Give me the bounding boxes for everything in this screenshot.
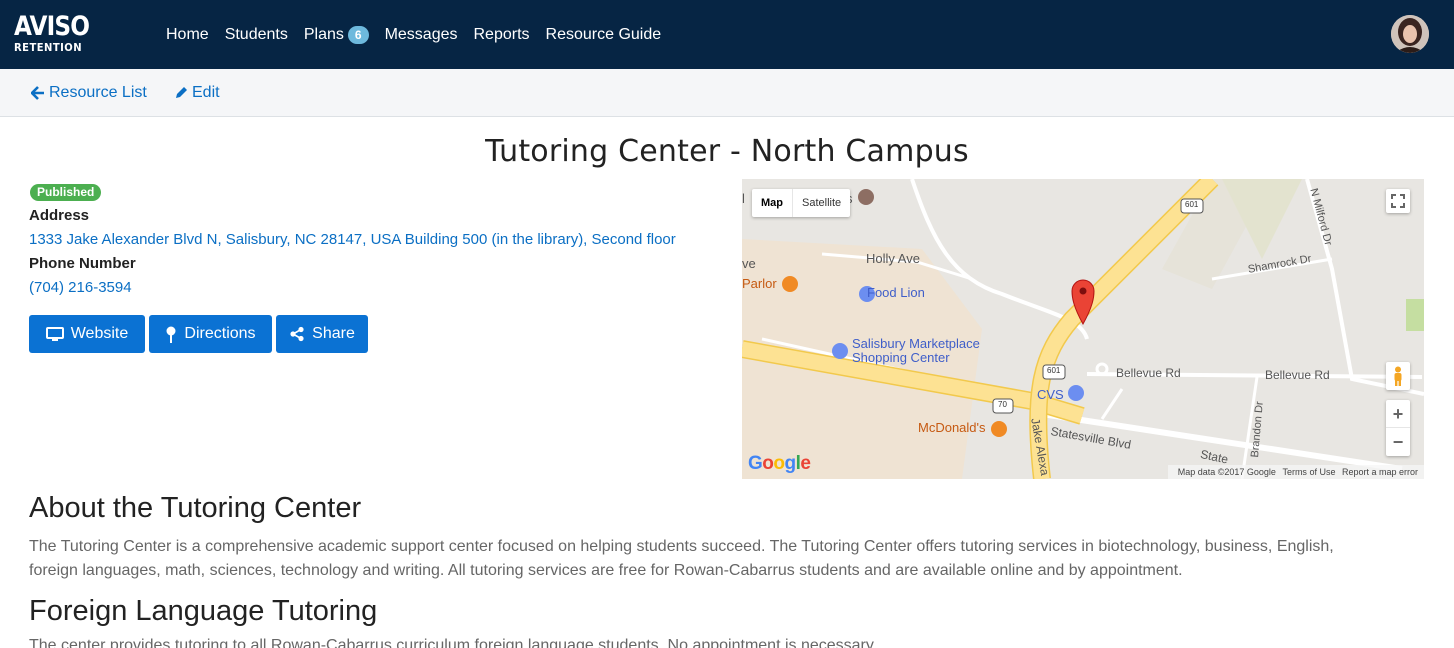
arrow-left-icon bbox=[31, 86, 44, 100]
location-map[interactable]: l s ve Holly Ave Food Lion Parlor Salisb… bbox=[742, 179, 1424, 479]
website-button-label: Website bbox=[70, 325, 129, 342]
pencil-icon bbox=[176, 87, 187, 98]
nav-students-label: Students bbox=[224, 25, 288, 43]
map-type-map[interactable]: Map bbox=[752, 189, 792, 217]
nav-reports-label: Reports bbox=[473, 25, 530, 43]
share-button[interactable]: Share bbox=[276, 315, 368, 353]
nav-students[interactable]: Students bbox=[225, 26, 288, 44]
nav-messages[interactable]: Messages bbox=[385, 26, 458, 44]
website-button[interactable]: Website bbox=[29, 315, 145, 353]
top-navbar: AVISO RETENTION Home Students Plans 6 Mes… bbox=[0, 0, 1454, 69]
edit-label: Edit bbox=[192, 84, 220, 101]
edit-link[interactable]: Edit bbox=[174, 69, 220, 117]
nav-resource-guide[interactable]: Resource Guide bbox=[546, 26, 662, 44]
directions-button[interactable]: Directions bbox=[149, 315, 272, 353]
share-icon bbox=[290, 326, 304, 342]
resource-list-label: Resource List bbox=[49, 84, 147, 101]
foreign-heading: Foreign Language Tutoring bbox=[29, 595, 378, 627]
resource-list-link[interactable]: Resource List bbox=[31, 69, 147, 117]
nav-home-label: Home bbox=[166, 25, 209, 43]
map-label-holly: Holly Ave bbox=[866, 251, 920, 266]
status-badge: Published bbox=[30, 184, 102, 201]
aviso-logo[interactable]: AVISO RETENTION bbox=[14, 11, 90, 58]
zoom-in-button[interactable]: + bbox=[1386, 400, 1410, 428]
directions-button-label: Directions bbox=[184, 325, 256, 342]
route-601-shield-b: 601 bbox=[1047, 366, 1061, 375]
google-logo[interactable]: Google bbox=[748, 453, 811, 475]
phone-link[interactable]: (704) 216-3594 bbox=[29, 279, 132, 296]
main-nav: Home Students Plans 6 Messages Reports Re… bbox=[166, 0, 677, 69]
route-70-shield: 70 bbox=[998, 400, 1007, 409]
page-toolbar: Resource List Edit bbox=[0, 69, 1454, 117]
plans-count-badge: 6 bbox=[347, 25, 369, 44]
pegman-icon bbox=[1394, 366, 1402, 386]
fullscreen-button[interactable] bbox=[1386, 189, 1410, 213]
nav-plans[interactable]: Plans 6 bbox=[303, 25, 369, 44]
map-label-partial-l: l bbox=[742, 191, 745, 206]
map-label-bellevue-1: Bellevue Rd bbox=[1116, 366, 1181, 380]
about-text: The Tutoring Center is a comprehensive a… bbox=[29, 538, 1334, 579]
nav-messages-label: Messages bbox=[384, 25, 458, 43]
nav-home[interactable]: Home bbox=[166, 26, 209, 44]
map-attribution-bar: Map data ©2017 Google Terms of Use Repor… bbox=[1167, 465, 1424, 479]
map-label-cvs: CVS bbox=[1037, 387, 1064, 402]
street-view-pegman[interactable] bbox=[1386, 362, 1410, 390]
map-type-control: Map Satellite bbox=[752, 189, 851, 217]
nav-plans-label: Plans bbox=[303, 25, 344, 43]
address-label: Address bbox=[29, 207, 90, 224]
user-avatar[interactable] bbox=[1391, 15, 1429, 53]
avatar-photo bbox=[1391, 15, 1429, 53]
zoom-control: + − bbox=[1386, 400, 1410, 456]
map-label-marketplace-2: Shopping Center bbox=[852, 350, 950, 365]
page-title: Tutoring Center - North Campus bbox=[485, 134, 969, 169]
map-label-marketplace-1: Salisbury Marketplace bbox=[852, 336, 980, 351]
monitor-icon bbox=[45, 326, 64, 341]
map-type-satellite[interactable]: Satellite bbox=[792, 189, 850, 217]
map-label-bellevue-2: Bellevue Rd bbox=[1265, 368, 1330, 382]
address-link[interactable]: 1333 Jake Alexander Blvd N, Salisbury, N… bbox=[29, 231, 676, 248]
share-button-label: Share bbox=[312, 325, 355, 342]
map-report-link[interactable]: Report a map error bbox=[1342, 467, 1418, 477]
map-label-mcdonalds: McDonald's bbox=[918, 420, 986, 435]
map-label-parlor: Parlor bbox=[742, 276, 777, 291]
map-terms-link[interactable]: Terms of Use bbox=[1282, 467, 1335, 477]
logo-tagline: RETENTION bbox=[14, 42, 83, 54]
foreign-text: The center provides tutoring to all Rowa… bbox=[29, 637, 878, 648]
fullscreen-icon bbox=[1391, 194, 1405, 208]
map-attribution: Map data ©2017 Google bbox=[1177, 467, 1276, 477]
nav-resource-guide-label: Resource Guide bbox=[545, 25, 662, 43]
logo-name: AVISO bbox=[14, 11, 90, 42]
map-label-food-lion: Food Lion bbox=[867, 285, 925, 300]
about-heading: About the Tutoring Center bbox=[29, 492, 362, 524]
nav-reports[interactable]: Reports bbox=[473, 26, 529, 44]
map-pin-icon bbox=[166, 326, 176, 343]
zoom-out-button[interactable]: − bbox=[1386, 428, 1410, 456]
route-601-shield-a: 601 bbox=[1185, 200, 1199, 209]
map-label-partial-ve: ve bbox=[742, 256, 756, 271]
phone-label: Phone Number bbox=[29, 255, 136, 272]
